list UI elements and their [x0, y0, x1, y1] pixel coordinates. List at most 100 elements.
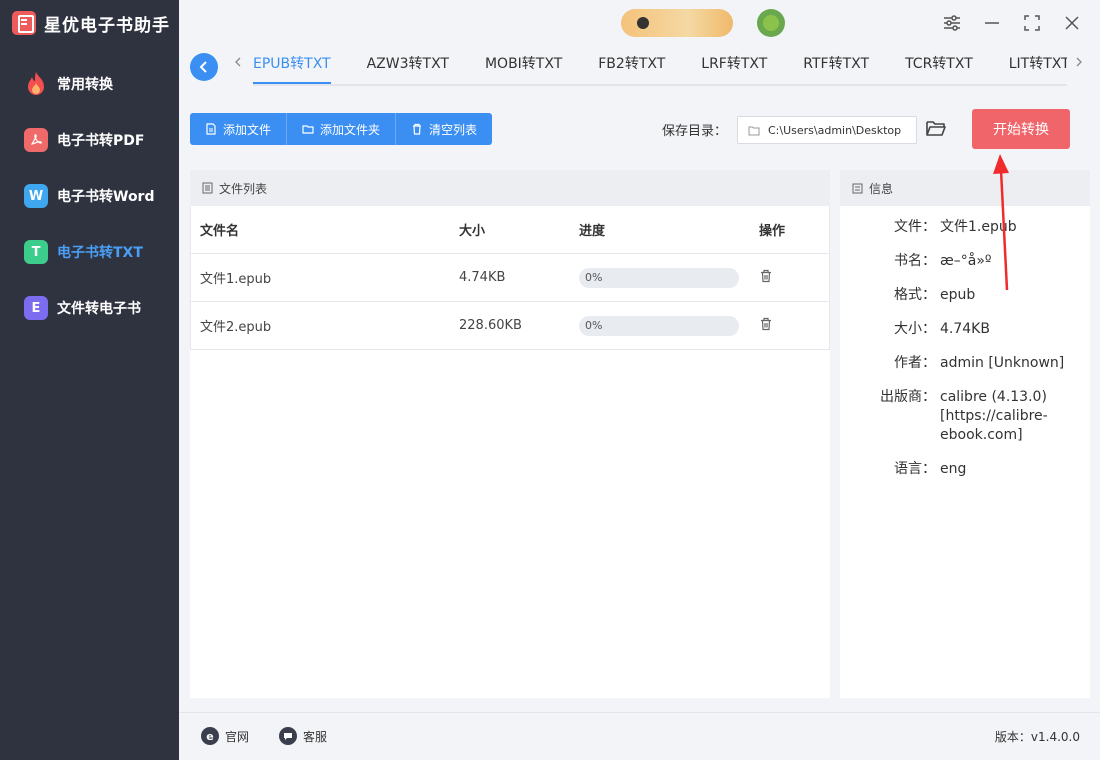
- info-icon: [852, 183, 863, 193]
- info-row-size: 大小： 4.74KB: [840, 320, 1090, 339]
- minimize-icon[interactable]: [979, 10, 1005, 36]
- info-row-title: 书名： æ–°å»º: [840, 252, 1090, 271]
- promo-dot-icon: [637, 17, 649, 29]
- info-key: 书名：: [894, 253, 936, 269]
- format-tabs: EPUB转TXT AZW3转TXT MOBI转TXT FB2转TXT LRF转TXT RT…: [253, 46, 1067, 86]
- app-logo-icon: [12, 11, 36, 35]
- info-key: 出版商：: [880, 389, 936, 405]
- info-header: 信息: [840, 170, 1090, 206]
- tab-epub-txt[interactable]: EPUB转TXT: [253, 46, 331, 84]
- col-filename: 文件名: [200, 224, 240, 239]
- add-file-label: 添加文件: [223, 122, 272, 137]
- file-toolbar: 添加文件 添加文件夹 清空列表: [190, 113, 493, 145]
- file-icon: [206, 123, 216, 135]
- sidebar-item-pdf[interactable]: 电子书转PDF: [0, 112, 179, 168]
- ebook-icon: E: [24, 296, 48, 320]
- file-size: 228.60KB: [459, 318, 522, 333]
- tabs-scroll-right-icon[interactable]: [1075, 56, 1083, 72]
- sidebar-item-common[interactable]: 常用转换: [0, 56, 179, 112]
- sidebar-item-label: 文件转电子书: [57, 301, 141, 317]
- tab-azw3-txt[interactable]: AZW3转TXT: [367, 46, 449, 84]
- file-name: 文件2.epub: [200, 320, 272, 335]
- info-title: 信息: [869, 181, 894, 196]
- progress-bar: 0%: [579, 267, 739, 288]
- list-icon: [202, 182, 213, 194]
- info-list: 文件： 文件1.epub 书名： æ–°å»º 格式： epub 大小： 4.74KB …: [840, 206, 1090, 479]
- support-link[interactable]: 客服: [279, 727, 327, 745]
- progress-text: 0%: [585, 270, 603, 284]
- brand: 星优电子书助手: [12, 8, 170, 38]
- add-folder-button[interactable]: 添加文件夹: [287, 113, 397, 145]
- settings-icon[interactable]: [939, 10, 965, 36]
- annotation-arrow-icon: [993, 154, 1009, 291]
- info-key: 作者：: [894, 355, 936, 371]
- fire-icon: [24, 72, 48, 96]
- add-folder-label: 添加文件夹: [320, 122, 381, 137]
- file-list-header: 文件列表: [190, 170, 830, 206]
- tab-lit-txt[interactable]: LIT转TXT: [1009, 46, 1067, 84]
- file-progress: 0%: [568, 267, 748, 288]
- file-action: [748, 317, 830, 335]
- delete-icon[interactable]: [759, 317, 773, 331]
- txt-icon: T: [24, 240, 48, 264]
- website-link[interactable]: e 官网: [201, 727, 249, 745]
- website-label: 官网: [225, 729, 250, 744]
- info-row-author: 作者： admin [Unknown]: [840, 354, 1090, 373]
- clear-list-button[interactable]: 清空列表: [396, 113, 492, 145]
- close-icon[interactable]: [1059, 10, 1085, 36]
- maximize-icon[interactable]: [1019, 10, 1045, 36]
- tabs-scroll-left-icon[interactable]: [234, 56, 242, 72]
- tab-mobi-txt[interactable]: MOBI转TXT: [485, 46, 562, 84]
- tab-rtf-txt[interactable]: RTF转TXT: [803, 46, 869, 84]
- file-name: 文件1.epub: [200, 272, 272, 287]
- info-key: 大小：: [894, 321, 936, 337]
- folder-small-icon: [748, 126, 760, 135]
- word-icon: W: [24, 184, 48, 208]
- title-bar: [179, 0, 1100, 46]
- user-avatar[interactable]: [757, 9, 785, 37]
- folder-icon: [302, 125, 314, 134]
- browse-folder-icon[interactable]: [925, 118, 949, 142]
- col-action: 操作: [759, 224, 786, 239]
- footer: e 官网 客服 版本：v1.4.0.0: [179, 712, 1100, 760]
- sidebar-item-txt[interactable]: T 电子书转TXT: [0, 224, 179, 280]
- table-row[interactable]: 文件2.epub 228.60KB 0%: [190, 302, 830, 350]
- file-progress: 0%: [568, 315, 748, 336]
- info-value: 4.74KB: [940, 321, 990, 337]
- version-text: 版本：v1.4.0.0: [994, 730, 1080, 744]
- add-file-button[interactable]: 添加文件: [190, 113, 288, 145]
- clear-list-label: 清空列表: [429, 122, 478, 137]
- save-dir-input[interactable]: C:\Users\admin\Desktop: [737, 116, 917, 144]
- table-row[interactable]: 文件1.epub 4.74KB 0%: [190, 254, 830, 302]
- info-key: 格式：: [894, 287, 936, 303]
- save-dir-label: 保存目录：: [662, 124, 728, 139]
- info-row-language: 语言： eng: [840, 460, 1090, 479]
- sidebar: 星优电子书助手 常用转换 电子书转PDF W 电子书转Word T 电子书转TX…: [0, 0, 179, 760]
- col-progress: 进度: [579, 224, 606, 239]
- info-value: calibre (4.13.0) [https://calibre-ebook.…: [940, 389, 1048, 443]
- sidebar-item-label: 电子书转TXT: [57, 245, 143, 261]
- table-header: 文件名 大小 进度 操作: [190, 206, 830, 254]
- info-value: admin [Unknown]: [940, 355, 1065, 371]
- website-icon: e: [201, 727, 219, 745]
- back-button[interactable]: [190, 53, 218, 81]
- sidebar-item-label: 电子书转Word: [57, 189, 155, 205]
- sidebar-item-label: 常用转换: [57, 77, 113, 93]
- sidebar-item-word[interactable]: W 电子书转Word: [0, 168, 179, 224]
- info-row-format: 格式： epub: [840, 286, 1090, 305]
- promo-banner[interactable]: [621, 9, 733, 37]
- progress-text: 0%: [585, 318, 603, 332]
- sidebar-item-ebook[interactable]: E 文件转电子书: [0, 280, 179, 336]
- chat-icon: [279, 727, 297, 745]
- tab-lrf-txt[interactable]: LRF转TXT: [701, 46, 767, 84]
- start-convert-button[interactable]: 开始转换: [972, 109, 1070, 149]
- info-key: 语言：: [894, 461, 936, 477]
- format-tabs-row: EPUB转TXT AZW3转TXT MOBI转TXT FB2转TXT LRF转TXT RT…: [179, 46, 1100, 86]
- file-size: 4.74KB: [459, 270, 506, 285]
- col-size: 大小: [459, 224, 486, 239]
- tab-tcr-txt[interactable]: TCR转TXT: [905, 46, 973, 84]
- support-label: 客服: [303, 729, 328, 744]
- delete-icon[interactable]: [759, 269, 773, 283]
- sidebar-nav: 常用转换 电子书转PDF W 电子书转Word T 电子书转TXT E 文件转电…: [0, 56, 179, 336]
- tab-fb2-txt[interactable]: FB2转TXT: [598, 46, 665, 84]
